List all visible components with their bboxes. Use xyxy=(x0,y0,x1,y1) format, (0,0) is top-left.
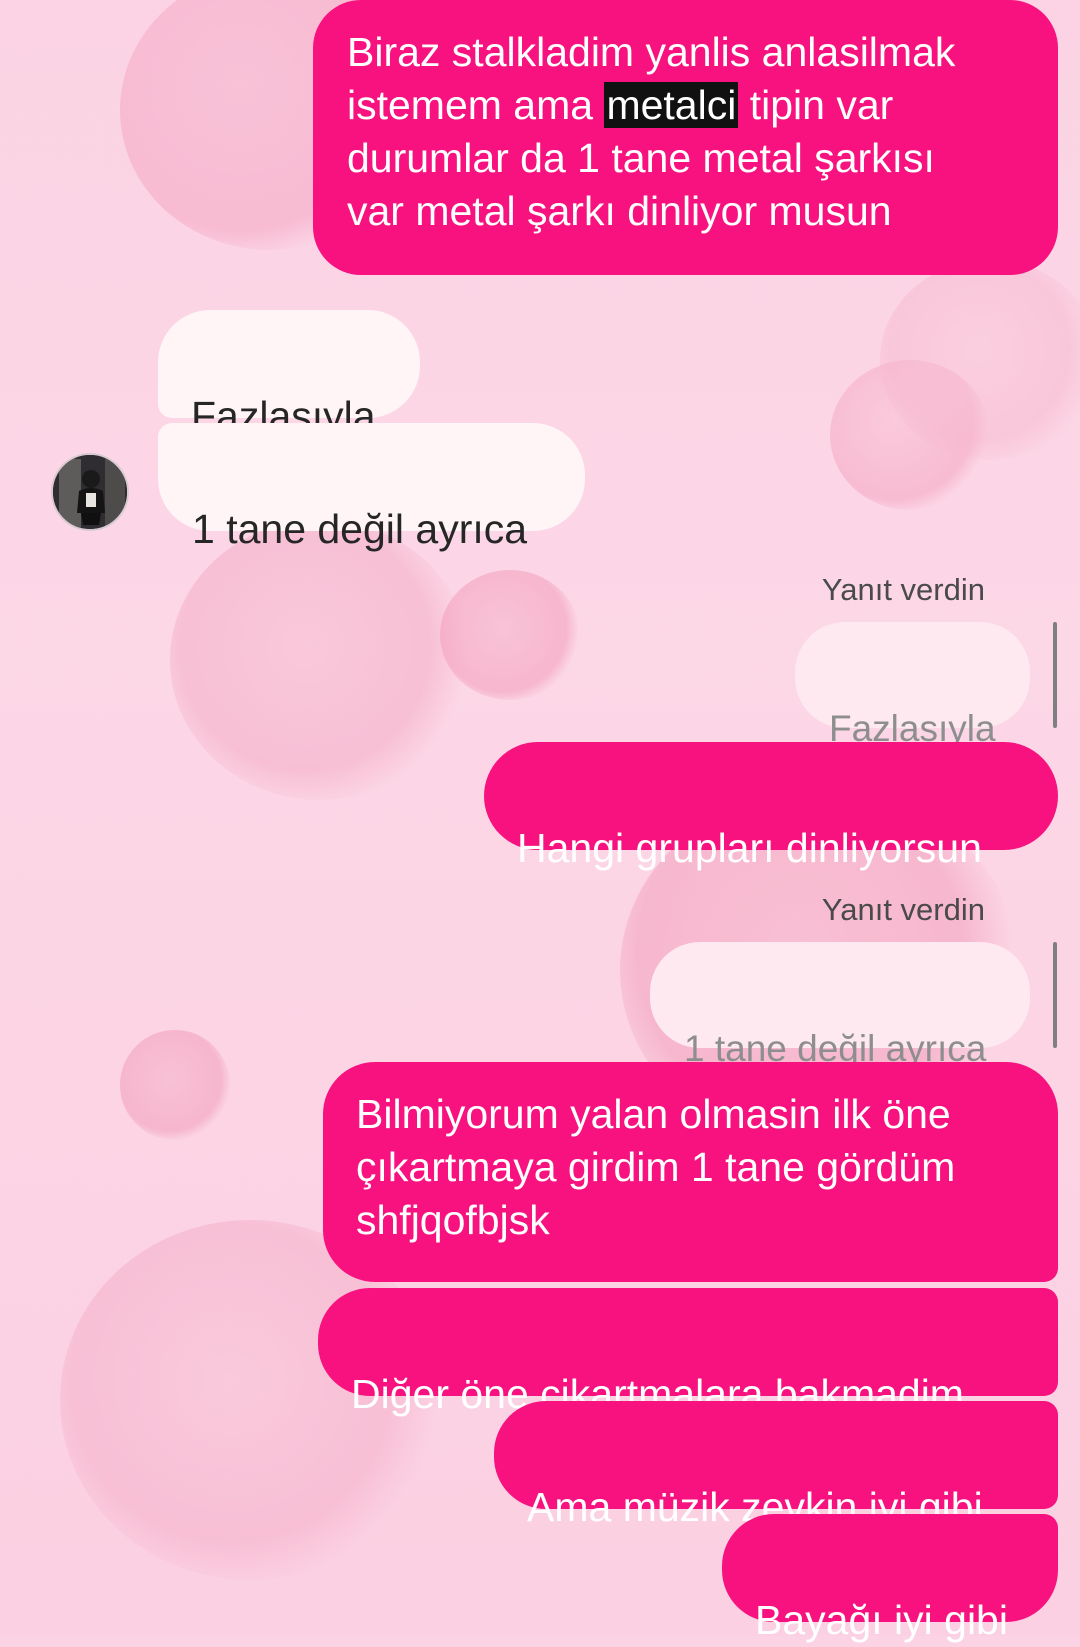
heart-shape xyxy=(170,520,470,800)
replied-label: Yanıt verdin xyxy=(821,572,985,607)
message-bubble-incoming[interactable]: 1 tane değil ayrıca xyxy=(158,423,585,552)
message-text: Bayağı iyi gibi xyxy=(755,1597,1008,1643)
message-bubble-outgoing[interactable]: Biraz stalkladim yanlis anlasilmak istem… xyxy=(313,0,1058,275)
message-bubble-outgoing[interactable]: Hangi grupları dinliyorsun xyxy=(484,742,1058,871)
reply-indicator-bar xyxy=(1053,942,1057,1048)
selected-word[interactable]: metalci xyxy=(604,82,739,128)
message-bubble-outgoing[interactable]: Diğer öne cikartmalara bakmadim xyxy=(318,1288,1058,1417)
heart-shape xyxy=(120,1030,230,1140)
heart-shape xyxy=(440,570,580,700)
message-text: 1 tane değil ayrıca xyxy=(192,506,528,552)
replied-label: Yanıt verdin xyxy=(821,892,985,927)
message-text: Bilmiyorum yalan olmasin ilk öne çıkartm… xyxy=(356,1091,956,1243)
message-bubble-outgoing[interactable]: Ama müzik zevkin iyi gibi xyxy=(494,1401,1058,1530)
avatar[interactable] xyxy=(51,453,129,531)
message-text: Hangi grupları dinliyorsun xyxy=(517,825,982,871)
message-bubble-incoming[interactable]: Fazlasıyla xyxy=(158,310,420,439)
reply-preview[interactable]: 1 tane değil ayrıca xyxy=(650,942,1030,1069)
message-bubble-outgoing[interactable]: Bayağı iyi gibi xyxy=(722,1514,1058,1643)
message-bubble-outgoing[interactable]: Bilmiyorum yalan olmasin ilk öne çıkartm… xyxy=(323,1062,1058,1282)
reply-preview[interactable]: Fazlasıyla xyxy=(795,622,1030,749)
reply-indicator-bar xyxy=(1053,622,1057,728)
